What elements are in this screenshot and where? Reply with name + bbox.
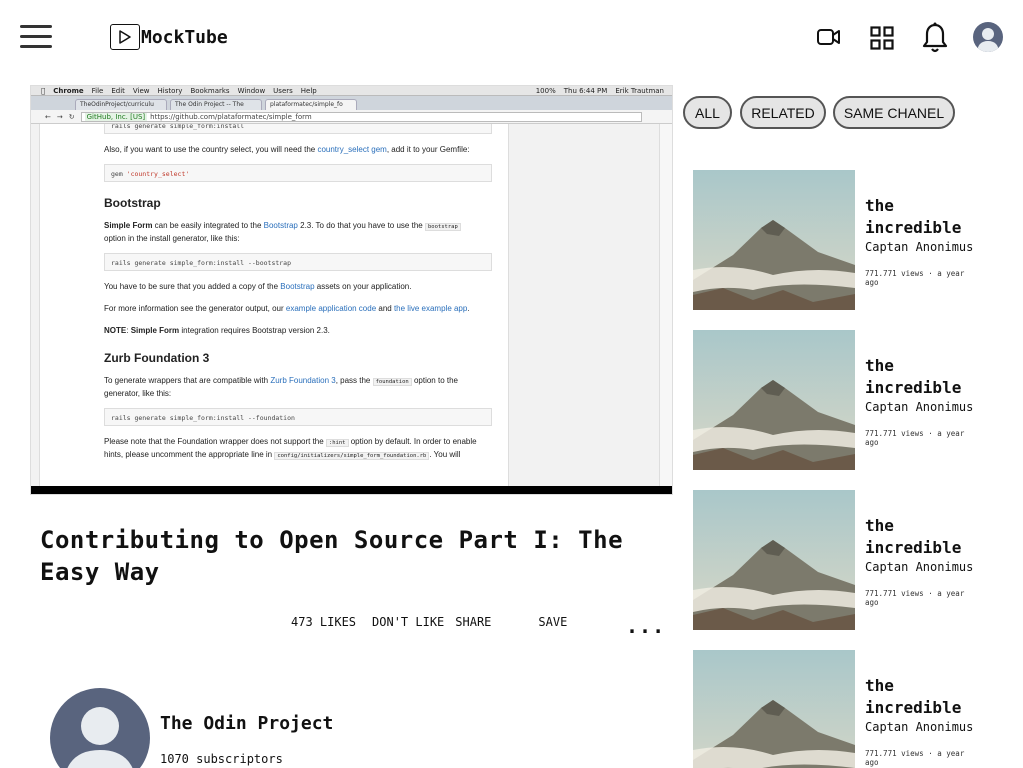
browser-viewport: rails generate simple_form:install Also,… xyxy=(31,124,659,486)
logo-text: MockTube xyxy=(141,26,228,48)
subscriber-count: 1070 subscriptors xyxy=(160,752,283,766)
save-button[interactable]: SAVE xyxy=(538,615,567,629)
code-block: gem 'country_select' xyxy=(104,164,492,182)
back-icon: ← xyxy=(45,112,51,121)
dislike-button[interactable]: DON'T LIKE xyxy=(372,615,444,629)
menu-view: View xyxy=(128,86,150,95)
apple-icon:  xyxy=(41,87,45,95)
apps-grid-icon[interactable] xyxy=(870,26,894,54)
related-video-author[interactable]: Captan Anonimus xyxy=(865,240,975,255)
more-options-button[interactable]: ... xyxy=(626,616,665,636)
related-video-meta: 771.771 views · a year ago xyxy=(865,749,965,767)
channel-name[interactable]: The Odin Project xyxy=(160,713,333,734)
code-block: rails generate simple_form:install --fou… xyxy=(104,408,492,426)
clock: Thu 6:44 PM xyxy=(563,86,608,95)
related-video-title[interactable]: the incredible xyxy=(865,675,975,719)
related-video-title[interactable]: the incredible xyxy=(865,355,975,399)
paragraph: Also, if you want to use the country sel… xyxy=(104,145,470,154)
likes-button[interactable]: 473 LIKES xyxy=(291,615,356,629)
menu-icon[interactable] xyxy=(20,25,52,49)
forward-icon: → xyxy=(56,112,63,121)
paragraph: For more information see the generator o… xyxy=(104,304,470,313)
video-thumbnail[interactable] xyxy=(693,170,855,310)
player-bottom-bar xyxy=(31,486,672,494)
browser-tab: The Odin Project -- The xyxy=(170,99,262,110)
browser-url-bar: ← → ↻ GitHub, Inc. [US] https://github.c… xyxy=(31,110,672,124)
heading: Bootstrap xyxy=(104,196,161,210)
menu-chrome: Chrome xyxy=(49,86,83,95)
paragraph: Simple Form can be easily integrated to … xyxy=(104,220,492,245)
video-thumbnail[interactable] xyxy=(693,330,855,470)
share-button[interactable]: SHARE xyxy=(455,615,491,629)
play-icon xyxy=(110,24,140,50)
related-video-author[interactable]: Captan Anonimus xyxy=(865,720,975,735)
reload-icon: ↻ xyxy=(68,112,75,121)
logo[interactable]: MockTube xyxy=(110,24,228,50)
menu-users: Users xyxy=(268,86,293,95)
video-title: Contributing to Open Source Part I: The … xyxy=(40,526,624,586)
related-video-meta: 771.771 views · a year ago xyxy=(865,589,965,607)
url-text: https://github.com/plataformatec/simple_… xyxy=(150,112,312,121)
related-video-meta: 771.771 views · a year ago xyxy=(865,429,965,447)
filter-all-chip[interactable]: ALL xyxy=(683,96,732,129)
code-block: rails generate simple_form:install --boo… xyxy=(104,253,492,271)
menu-file: File xyxy=(87,86,104,95)
related-video-meta: 771.771 views · a year ago xyxy=(865,269,965,287)
filter-related-chip[interactable]: RELATED xyxy=(740,96,826,129)
address-field: GitHub, Inc. [US] https://github.com/pla… xyxy=(80,111,642,122)
channel-avatar[interactable] xyxy=(50,688,150,768)
avatar[interactable] xyxy=(973,22,1003,52)
paragraph: To generate wrappers that are compatible… xyxy=(104,376,458,398)
filter-same-channel-chip[interactable]: SAME CHANEL xyxy=(833,96,955,129)
related-video-item[interactable]: the incredible Captan Anonimus 771.771 v… xyxy=(693,330,1013,470)
paragraph: NOTE: Simple Form integration requires B… xyxy=(104,326,330,335)
related-video-author[interactable]: Captan Anonimus xyxy=(865,400,975,415)
github-readme: rails generate simple_form:install Also,… xyxy=(39,124,509,486)
scrollbar xyxy=(659,124,672,486)
video-camera-icon[interactable] xyxy=(817,27,841,51)
related-video-item[interactable]: the incredible Captan Anonimus 771.771 v… xyxy=(693,170,1013,310)
related-video-item[interactable]: the incredible Captan Anonimus 771.771 v… xyxy=(693,490,1013,630)
related-video-author[interactable]: Captan Anonimus xyxy=(865,560,975,575)
related-video-item[interactable]: the incredible Captan Anonimus 771.771 v… xyxy=(693,650,1013,768)
heading: Zurb Foundation 3 xyxy=(104,351,210,365)
top-bar: MockTube xyxy=(0,0,1023,76)
menu-history: History xyxy=(153,86,183,95)
browser-tab-active: plataformatec/simple_fo xyxy=(265,99,357,110)
secure-label: GitHub, Inc. [US] xyxy=(84,112,148,121)
related-video-title[interactable]: the incredible xyxy=(865,515,975,559)
user-name: Erik Trautman xyxy=(615,86,664,95)
video-thumbnail[interactable] xyxy=(693,490,855,630)
related-video-title[interactable]: the incredible xyxy=(865,195,975,239)
paragraph: You have to be sure that you added a cop… xyxy=(104,282,412,291)
bell-icon[interactable] xyxy=(922,22,948,58)
browser-tab: TheOdinProject/curriculu xyxy=(75,99,167,110)
menu-edit: Edit xyxy=(107,86,125,95)
video-player[interactable]:  Chrome File Edit View History Bookmark… xyxy=(30,85,673,495)
menu-help: Help xyxy=(296,86,317,95)
menu-bookmarks: Bookmarks xyxy=(186,86,229,95)
battery-level: 100% xyxy=(535,86,556,95)
browser-tabs: TheOdinProject/curriculu The Odin Projec… xyxy=(31,96,672,110)
video-thumbnail[interactable] xyxy=(693,650,855,768)
mac-menu-bar:  Chrome File Edit View History Bookmark… xyxy=(31,86,672,96)
code-block: rails generate simple_form:install xyxy=(104,124,492,134)
menu-window: Window xyxy=(233,86,266,95)
paragraph: Please note that the Foundation wrapper … xyxy=(104,437,477,460)
video-actions: 473 LIKES DON'T LIKE SHARE SAVE xyxy=(291,615,567,629)
